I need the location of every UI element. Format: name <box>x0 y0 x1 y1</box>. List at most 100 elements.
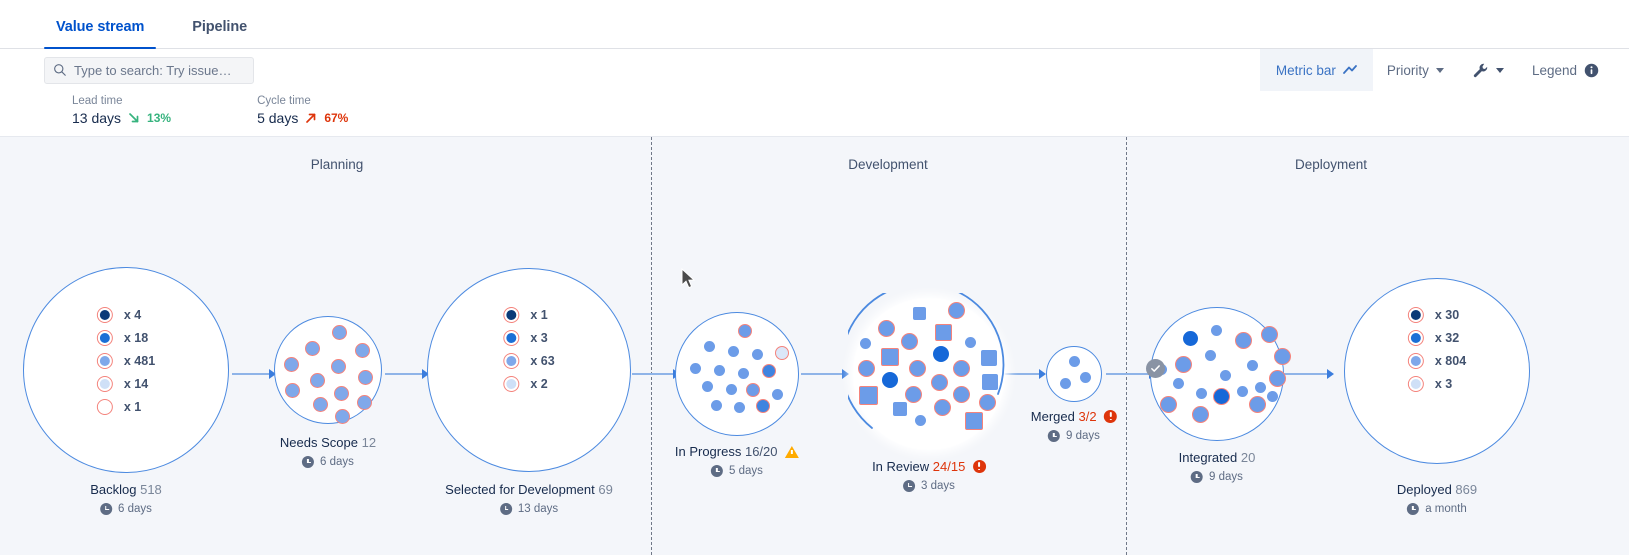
node-time: a month <box>1397 503 1477 515</box>
metric-summary-bar: Lead time 13 days 13% Cycle time 5 days … <box>0 91 1629 136</box>
status-dot-icon <box>96 399 113 415</box>
flow-arrow <box>385 369 429 379</box>
flow-arrow <box>632 369 680 379</box>
legend-item: x 14 <box>96 376 155 392</box>
legend-count: x 30 <box>1434 308 1460 322</box>
clock-icon <box>1407 503 1420 515</box>
metric-bar-label: Metric bar <box>1275 62 1336 78</box>
phase-title-planning: Planning <box>310 157 364 172</box>
chevron-up-icon <box>1343 65 1357 74</box>
node-bubble[interactable] <box>274 316 382 424</box>
node-time: 9 days <box>1031 430 1117 442</box>
node-name: Selected for Development <box>445 482 595 497</box>
node-caption: Needs Scope 12 6 days <box>280 435 376 468</box>
node-count: 20 <box>1240 450 1256 465</box>
metric-value: 13 days <box>72 110 122 126</box>
node-bubble[interactable] <box>1150 307 1291 441</box>
status-dot-icon <box>1407 307 1424 323</box>
node-legend: x 1 x 3 x 63 x 2 <box>503 307 555 392</box>
legend-item: x 804 <box>1407 353 1467 369</box>
tab-value-stream[interactable]: Value stream <box>44 19 157 49</box>
metric-value-row: 13 days 13% <box>72 110 171 126</box>
status-dot-icon <box>96 376 113 392</box>
check-circle-icon <box>1146 359 1165 378</box>
node-time: 6 days <box>90 503 162 515</box>
node-legend: x 30 x 32 x 804 x 3 <box>1407 307 1467 392</box>
phase-title-deployment: Deployment <box>1294 157 1368 172</box>
legend-button[interactable]: Legend <box>1518 49 1613 91</box>
node-caption: Integrated 20 9 days <box>1179 450 1256 483</box>
search-icon <box>54 64 66 76</box>
metric-lead-time: Lead time 13 days 13% <box>72 94 171 126</box>
node-count: 3/2 <box>1078 409 1097 424</box>
legend-count: x 804 <box>1434 354 1467 368</box>
node-bubble[interactable] <box>675 312 799 436</box>
node-time: 6 days <box>280 456 376 468</box>
legend-item: x 1 <box>96 399 155 415</box>
legend-count: x 14 <box>123 377 149 391</box>
priority-label: Priority <box>1386 62 1429 78</box>
node-name: Needs Scope <box>279 435 358 450</box>
trend-down-icon <box>129 113 139 123</box>
toolbar: Metric bar Priority Legend <box>0 49 1629 91</box>
node-title: Merged 3/2 <box>1030 409 1118 424</box>
metric-label: Lead time <box>72 95 123 107</box>
node-caption: In Progress 16/20 5 days <box>675 444 800 477</box>
node-time-value: 6 days <box>118 503 152 515</box>
legend-item: x 30 <box>1407 307 1466 323</box>
clock-icon <box>302 456 315 468</box>
toolbar-actions: Metric bar Priority Legend <box>1259 49 1613 91</box>
priority-dropdown[interactable]: Priority <box>1373 49 1458 91</box>
node-caption: In Review 24/15 3 days <box>872 459 986 492</box>
legend-count: x 3 <box>1434 377 1453 391</box>
chevron-down-icon <box>1495 67 1504 73</box>
node-bubble[interactable] <box>853 298 1005 450</box>
warning-icon <box>785 446 800 458</box>
legend-item: x 2 <box>503 376 554 392</box>
legend-item: x 4 <box>96 307 155 323</box>
tab-bar: Value stream Pipeline <box>0 0 1629 49</box>
node-legend: x 4 x 18 x 481 x 14 x 1 <box>96 307 155 415</box>
legend-count: x 3 <box>530 331 548 345</box>
legend-item: x 32 <box>1407 330 1466 346</box>
tab-pipeline[interactable]: Pipeline <box>180 19 259 48</box>
node-name: Backlog <box>90 482 137 497</box>
settings-dropdown[interactable] <box>1458 49 1518 91</box>
status-dot-icon <box>96 353 113 369</box>
metric-bar-button[interactable]: Metric bar <box>1259 49 1373 91</box>
search-input[interactable] <box>74 62 245 78</box>
legend-count: x 63 <box>530 354 555 368</box>
legend-count: x 1 <box>123 400 142 414</box>
status-dot-icon <box>503 330 520 346</box>
node-name: Merged <box>1030 409 1075 424</box>
node-caption: Backlog 518 6 days <box>90 482 162 515</box>
node-bubble[interactable] <box>1046 346 1102 402</box>
error-icon <box>972 460 986 473</box>
legend-label: Legend <box>1531 62 1577 78</box>
error-icon <box>1104 410 1118 423</box>
metric-value: 5 days <box>257 110 299 126</box>
flow-arrow <box>1282 369 1334 379</box>
clock-icon <box>100 503 113 515</box>
node-caption: Merged 3/2 9 days <box>1030 409 1118 442</box>
metric-cycle-time: Cycle time 5 days 67% <box>257 94 348 126</box>
node-time: 5 days <box>675 465 799 477</box>
node-title: In Review 24/15 <box>872 459 986 474</box>
search-box[interactable] <box>44 56 254 84</box>
info-icon <box>1584 63 1599 77</box>
flow-arrow <box>232 369 276 379</box>
legend-item: x 3 <box>503 330 554 346</box>
phase-divider <box>1126 137 1127 555</box>
wrench-icon <box>1473 63 1488 77</box>
node-time-value: 9 days <box>1209 471 1243 483</box>
node-count: 869 <box>1455 482 1478 497</box>
clock-icon <box>903 480 916 492</box>
node-count: 24/15 <box>932 459 966 474</box>
metric-value-row: 5 days 67% <box>257 110 348 126</box>
clock-icon <box>1048 430 1061 442</box>
node-title: Deployed 869 <box>1397 482 1477 497</box>
legend-count: x 18 <box>123 331 149 345</box>
trend-up-icon <box>306 113 316 123</box>
value-stream-canvas: Planning Development Deployment x 4 x 18 <box>0 136 1629 555</box>
node-time-value: 5 days <box>729 465 763 477</box>
